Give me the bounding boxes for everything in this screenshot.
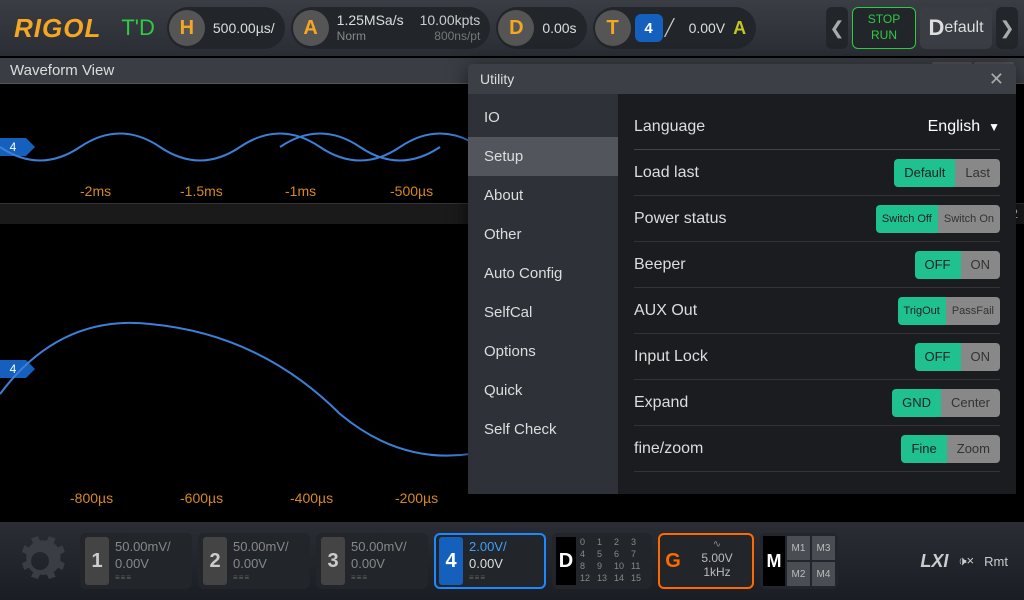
power-status-toggle[interactable]: Switch OffSwitch On [876,205,1000,233]
t-coupling: A [733,18,754,39]
setting-power-status: Power status Switch OffSwitch On [634,196,1000,242]
sound-off-icon: 🕩× [958,553,974,569]
delay-pill[interactable]: D 0.00s [496,7,586,49]
load-last-toggle[interactable]: DefaultLast [894,159,1000,187]
top-bar: RIGOL T'D H 500.00µs/ A 1.25MSa/sNorm 10… [0,0,1024,58]
utility-settings: Language English▼ Load last DefaultLast … [618,94,1016,494]
a-badge: A [293,10,329,46]
h-badge: H [169,10,205,46]
close-icon[interactable]: ✕ [989,69,1004,90]
menu-io[interactable]: IO [468,98,618,137]
sine-wave-icon: ∿ [684,539,750,551]
expand-toggle[interactable]: GNDCenter [892,389,1000,417]
trigger-status: T'D [115,15,161,41]
lxi-icon: LXI [920,551,948,572]
trigger-pill[interactable]: T 4 ╱ 0.00V A [593,7,757,49]
setting-input-lock: Input Lock OFFON [634,334,1000,380]
bottom-bar: 1 50.00mV/0.00V≡≡≡ 2 50.00mV/0.00V≡≡≡ 3 … [0,522,1024,600]
d-value: 0.00s [534,20,584,37]
digital-numbers: 0123 4567 891011 12131415 [580,537,648,585]
d-badge: D [498,10,534,46]
setting-beeper: Beeper OFFON [634,242,1000,288]
generator-box[interactable]: G ∿5.00V1kHz [658,533,754,589]
prev-button[interactable]: ❮ [826,7,848,49]
remote-indicator: Rmt [984,554,1008,569]
aux-out-toggle[interactable]: TrigOutPassFail [898,297,1000,325]
menu-autoconfig[interactable]: Auto Config [468,254,618,293]
channel-4-box[interactable]: 4 2.00V/0.00V≡≡≡ [434,533,546,589]
rising-edge-icon: ╱ [665,18,681,38]
gear-icon[interactable] [6,529,74,593]
setting-fine-zoom: fine/zoom FineZoom [634,426,1000,472]
utility-title: Utility [480,71,514,87]
menu-selfcal[interactable]: SelfCal [468,293,618,332]
h-timebase: 500.00µs/ [205,20,283,37]
menu-quick[interactable]: Quick [468,371,618,410]
setting-expand: Expand GNDCenter [634,380,1000,426]
channel-1-box[interactable]: 1 50.00mV/0.00V≡≡≡ [80,533,192,589]
menu-other[interactable]: Other [468,215,618,254]
math-box[interactable]: M M1M3 M2M4 [760,533,838,589]
digital-channels-box[interactable]: D 0123 4567 891011 12131415 [552,533,652,589]
channel-3-box[interactable]: 3 50.00mV/0.00V≡≡≡ [316,533,428,589]
chevron-down-icon: ▼ [988,120,1000,134]
menu-options[interactable]: Options [468,332,618,371]
t-channel: 4 [635,14,663,42]
t-badge: T [595,10,631,46]
brand-logo: RIGOL [6,13,109,44]
next-button[interactable]: ❯ [996,7,1018,49]
lower-trace [0,224,470,510]
fine-zoom-toggle[interactable]: FineZoom [901,435,1000,463]
stop-run-button[interactable]: STOP RUN [852,7,916,49]
waveform-title: Waveform View [10,62,114,79]
horizontal-pill[interactable]: H 500.00µs/ [167,7,285,49]
menu-setup[interactable]: Setup [468,137,618,176]
acquisition-pill[interactable]: A 1.25MSa/sNorm 10.00kpts800ns/pt [291,7,491,49]
default-button[interactable]: Default [920,7,992,49]
status-icons: LXI 🕩× Rmt [920,551,1018,572]
setting-load-last: Load last DefaultLast [634,150,1000,196]
menu-about[interactable]: About [468,176,618,215]
setting-language[interactable]: Language English▼ [634,104,1000,150]
menu-selfcheck[interactable]: Self Check [468,410,618,449]
utility-panel: Utility ✕ IO Setup About Other Auto Conf… [468,64,1016,494]
a-pts-res: 10.00kpts800ns/pt [412,12,489,43]
a-rate-mode: 1.25MSa/sNorm [329,12,412,43]
input-lock-toggle[interactable]: OFFON [915,343,1001,371]
setting-aux-out: AUX Out TrigOutPassFail [634,288,1000,334]
channel-2-box[interactable]: 2 50.00mV/0.00V≡≡≡ [198,533,310,589]
utility-menu: IO Setup About Other Auto Config SelfCal… [468,94,618,494]
t-level: 0.00V [681,20,734,37]
utility-header: Utility ✕ [468,64,1016,94]
beeper-toggle[interactable]: OFFON [915,251,1001,279]
